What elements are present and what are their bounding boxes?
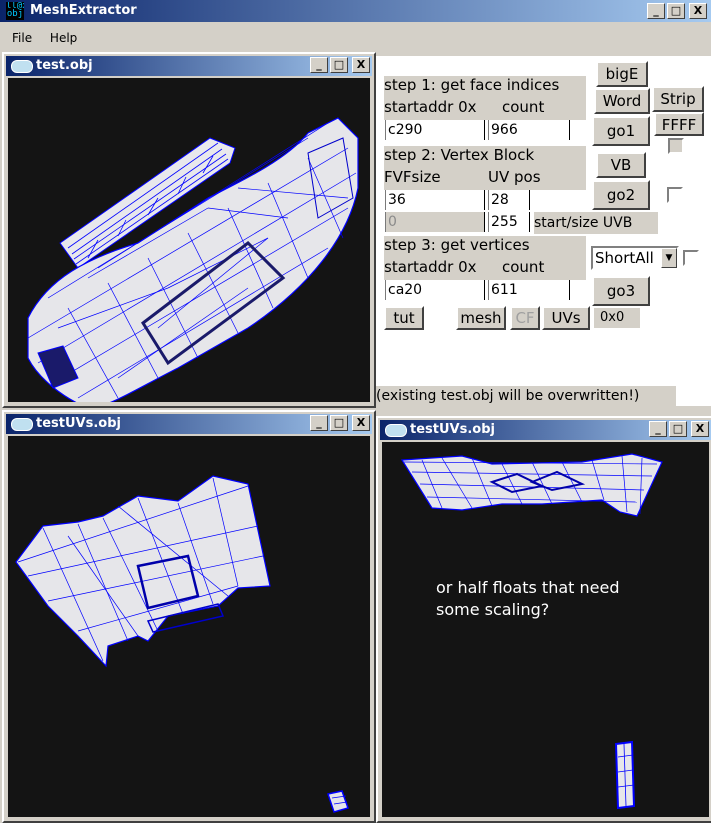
mesh-window[interactable]: test.obj _ □ X bbox=[2, 52, 376, 408]
step1-title: step 1: get face indices bbox=[384, 76, 586, 98]
uv-window-right[interactable]: testUVs.obj _ □ X or half floats that ne… bbox=[376, 416, 711, 823]
uvs-button[interactable]: UVs bbox=[542, 306, 590, 330]
uv-right-viewport[interactable]: or half floats that need some scaling? bbox=[382, 442, 709, 817]
minimize-button[interactable]: _ bbox=[649, 421, 667, 437]
maximize-button[interactable]: □ bbox=[669, 421, 687, 437]
uv-annotation-line1: or half floats that need bbox=[436, 578, 620, 597]
ffff-button[interactable]: FFFF bbox=[654, 112, 704, 136]
go3-button[interactable]: go3 bbox=[592, 276, 650, 306]
overwrite-warning: (existing test.obj will be overwritten!) bbox=[376, 386, 676, 406]
uvb-size-input[interactable]: 255 bbox=[488, 212, 530, 232]
step2-col-uvpos: UV pos bbox=[488, 168, 586, 190]
app-icon: ll@x obj bbox=[6, 2, 24, 20]
uv-left-render bbox=[15, 475, 349, 813]
maximize-button[interactable]: □ bbox=[330, 57, 348, 73]
go2-button[interactable]: go2 bbox=[592, 180, 650, 210]
uvpos-input[interactable]: 28 bbox=[488, 190, 530, 210]
strip-button[interactable]: Strip bbox=[652, 86, 704, 112]
step3-startaddr-input[interactable]: ca20 bbox=[385, 280, 485, 300]
step2-col-fvfsize: FVFsize bbox=[384, 168, 488, 190]
mesh-window-title: test.obj bbox=[36, 58, 93, 73]
word-button[interactable]: Word bbox=[594, 88, 650, 114]
menu-help[interactable]: Help bbox=[50, 31, 77, 45]
mesh-viewport[interactable] bbox=[8, 78, 370, 402]
app-title: MeshExtractor bbox=[30, 3, 137, 18]
step1-col-startaddr: startaddr 0x bbox=[384, 98, 488, 120]
minimize-button[interactable]: _ bbox=[647, 3, 665, 19]
close-button[interactable]: X bbox=[352, 415, 370, 431]
uv-right-title: testUVs.obj bbox=[410, 422, 495, 437]
menu-bar: File Help bbox=[0, 31, 79, 51]
tut-button[interactable]: tut bbox=[384, 306, 424, 330]
step1-startaddr-input[interactable]: c290 bbox=[385, 120, 485, 140]
format-checkbox[interactable] bbox=[683, 250, 699, 266]
uv-left-viewport[interactable] bbox=[8, 436, 370, 817]
mesh-window-titlebar[interactable]: test.obj _ □ X bbox=[6, 56, 372, 76]
uvb-start-input: 0 bbox=[385, 212, 485, 232]
status-value: 0x0 bbox=[594, 308, 640, 328]
uv-annotation-line2: some scaling? bbox=[436, 600, 550, 619]
uv-window-left[interactable]: testUVs.obj _ □ X bbox=[2, 410, 376, 823]
close-button[interactable]: X bbox=[689, 3, 707, 19]
maximize-button[interactable]: □ bbox=[667, 3, 685, 19]
step1-count-input[interactable]: 966 bbox=[488, 120, 570, 140]
chevron-down-icon[interactable]: ▼ bbox=[661, 248, 677, 268]
vertex-format-value: ShortAll bbox=[595, 249, 654, 267]
bigE-button[interactable]: bigE bbox=[596, 61, 648, 87]
mesh-button[interactable]: mesh bbox=[456, 306, 506, 330]
close-button[interactable]: X bbox=[352, 57, 370, 73]
step3-col-count: count bbox=[488, 258, 586, 280]
uv-right-render bbox=[400, 453, 663, 810]
uv-right-titlebar[interactable]: testUVs.obj _ □ X bbox=[380, 420, 711, 440]
app-titlebar[interactable]: ll@x obj MeshExtractor _ □ X bbox=[0, 0, 711, 22]
uvb-start-size-label: start/size UVB bbox=[534, 212, 658, 234]
step3-title: step 3: get vertices bbox=[384, 236, 586, 258]
uv-left-titlebar[interactable]: testUVs.obj _ □ X bbox=[6, 414, 372, 434]
vb-button[interactable]: VB bbox=[596, 152, 646, 178]
car-mesh-render bbox=[27, 117, 359, 402]
step2-title: step 2: Vertex Block bbox=[384, 146, 586, 168]
step1-col-count: count bbox=[488, 98, 586, 120]
control-panel: step 1: get face indices startaddr 0x co… bbox=[376, 56, 711, 406]
close-button[interactable]: X bbox=[691, 421, 709, 437]
minimize-button[interactable]: _ bbox=[310, 415, 328, 431]
step3-col-startaddr: startaddr 0x bbox=[384, 258, 488, 280]
uv-left-title: testUVs.obj bbox=[36, 416, 121, 431]
ffff-checkbox[interactable] bbox=[668, 138, 684, 154]
window-icon bbox=[385, 424, 407, 437]
go1-button[interactable]: go1 bbox=[592, 116, 650, 146]
fvfsize-input[interactable]: 36 bbox=[385, 190, 485, 210]
minimize-button[interactable]: _ bbox=[310, 57, 328, 73]
cf-button: CF bbox=[510, 306, 540, 330]
menu-file[interactable]: File bbox=[12, 31, 32, 45]
go2-checkbox[interactable] bbox=[667, 187, 683, 203]
step3-count-input[interactable]: 611 bbox=[488, 280, 570, 300]
window-icon bbox=[11, 60, 33, 73]
vertex-format-select[interactable]: ShortAll ▼ bbox=[591, 246, 679, 270]
window-icon bbox=[11, 418, 33, 431]
maximize-button[interactable]: □ bbox=[330, 415, 348, 431]
